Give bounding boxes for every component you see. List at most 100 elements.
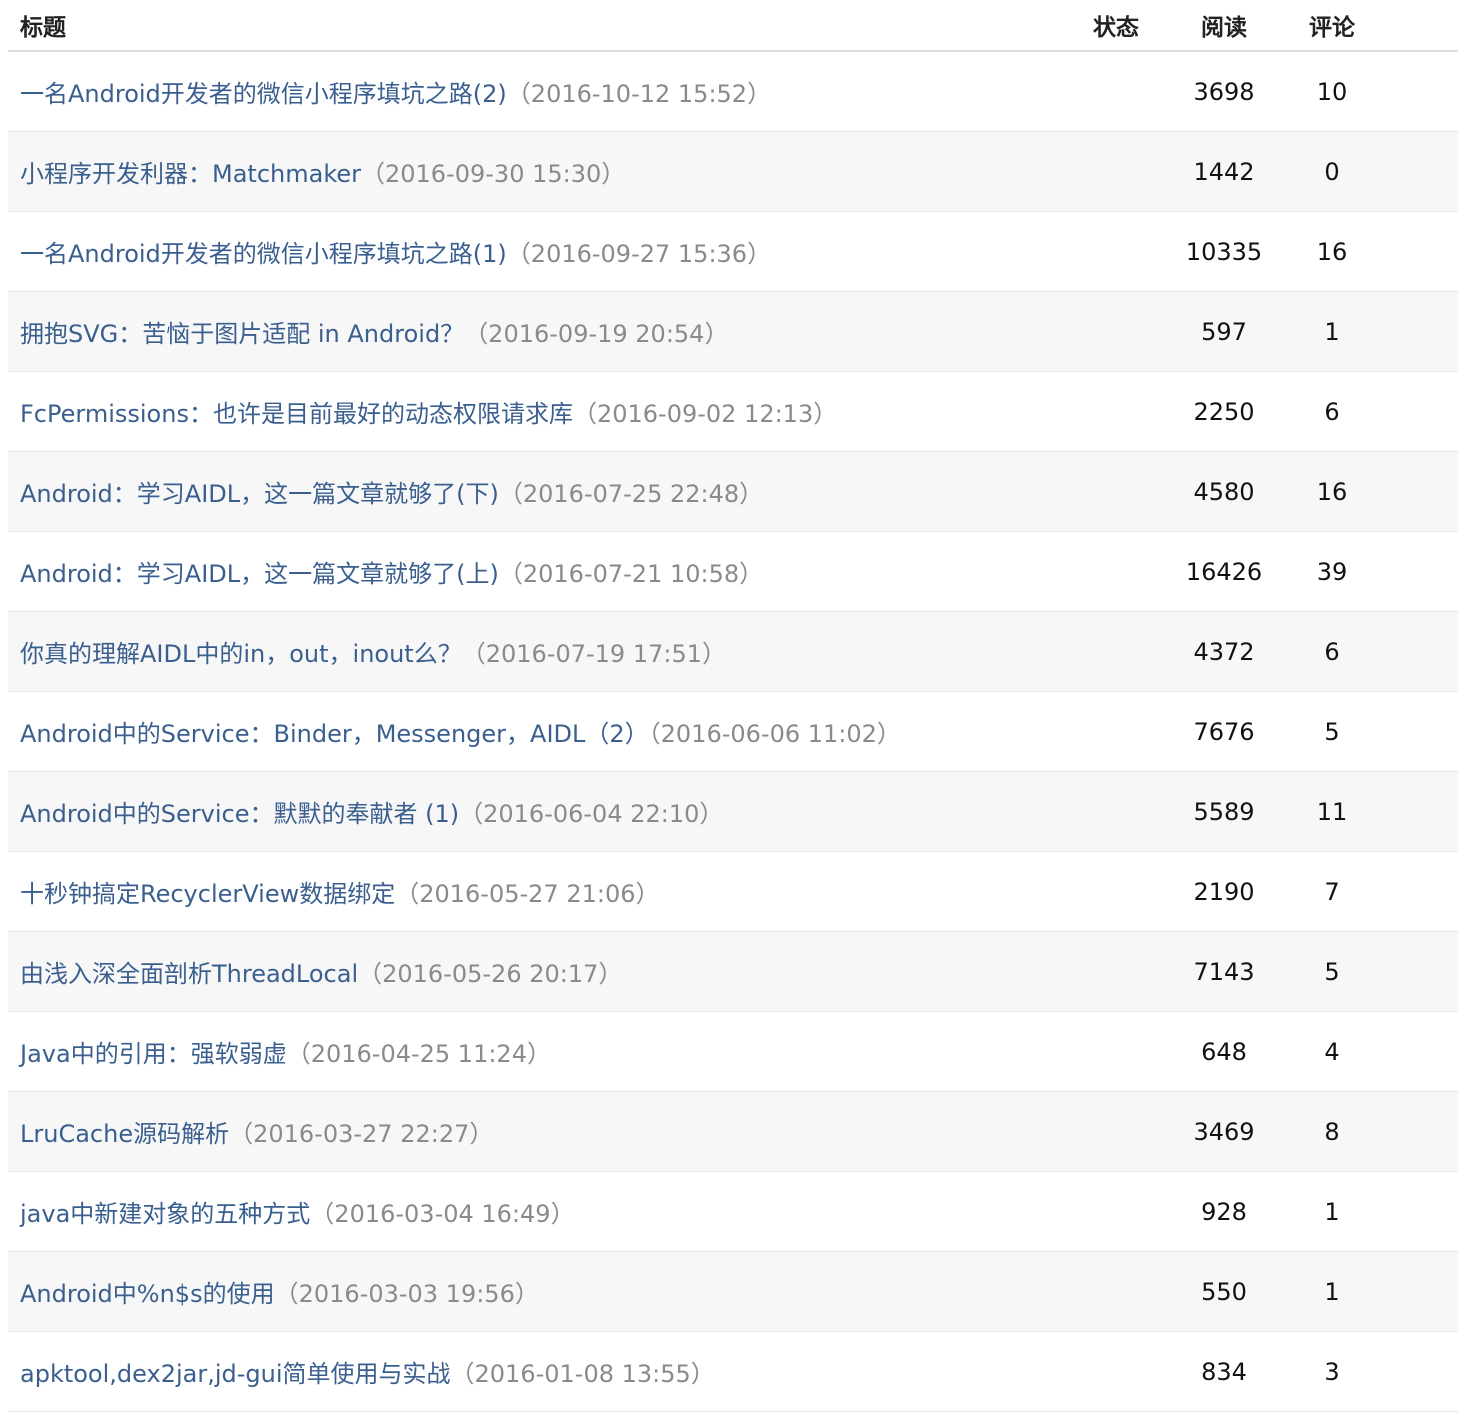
row-comment-count: 1 xyxy=(1324,1277,1340,1306)
article-title-link[interactable]: 十秒钟搞定RecyclerView数据绑定 xyxy=(20,880,395,908)
table-row: FcPermissions：也许是目前最好的动态权限请求库（2016-09-02… xyxy=(8,372,1458,452)
table-row: 十秒钟搞定RecyclerView数据绑定（2016-05-27 21:06） … xyxy=(8,852,1458,932)
table-row: 小程序开发利器：Matchmaker（2016-09-30 15:30） 144… xyxy=(8,132,1458,212)
article-date: （2016-09-27 15:36） xyxy=(506,240,772,268)
row-title-cell: 一名Android开发者的微信小程序填坑之路(1)（2016-09-27 15:… xyxy=(8,234,1062,269)
table-row: Android中%n$s的使用（2016-03-03 19:56） 550 1 xyxy=(8,1252,1458,1332)
row-comment-count: 5 xyxy=(1324,717,1340,746)
article-title-link[interactable]: 由浅入深全面剖析ThreadLocal xyxy=(20,960,358,988)
header-title: 标题 xyxy=(20,15,66,41)
table-row: Android：学习AIDL，这一篇文章就够了(下)（2016-07-25 22… xyxy=(8,452,1458,532)
article-date: （2016-03-27 22:27） xyxy=(229,1120,494,1148)
table-row: Android中的Service：默默的奉献者 (1)（2016-06-04 2… xyxy=(8,772,1458,852)
article-date: （2016-07-19 17:51） xyxy=(461,640,726,668)
article-title-link[interactable]: Java中的引用：强软弱虚 xyxy=(20,1040,287,1068)
row-title-cell: Java中的引用：强软弱虚（2016-04-25 11:24） xyxy=(8,1034,1062,1069)
row-title-cell: Android中的Service：默默的奉献者 (1)（2016-06-04 2… xyxy=(8,794,1062,829)
article-title-link[interactable]: 你真的理解AIDL中的in，out，inout么？ xyxy=(20,640,462,668)
table-row: 你真的理解AIDL中的in，out，inout么？（2016-07-19 17:… xyxy=(8,612,1458,692)
table-body: 一名Android开发者的微信小程序填坑之路(2)（2016-10-12 15:… xyxy=(8,52,1458,1412)
row-title-cell: apktool,dex2jar,jd-gui简单使用与实战（2016-01-08… xyxy=(8,1354,1062,1389)
row-read-count: 597 xyxy=(1201,317,1247,346)
article-title-link[interactable]: FcPermissions：也许是目前最好的动态权限请求库 xyxy=(20,400,573,428)
row-title-cell: 拥抱SVG：苦恼于图片适配 in Android？（2016-09-19 20:… xyxy=(8,314,1062,349)
article-title-link[interactable]: java中新建对象的五种方式 xyxy=(20,1200,310,1228)
row-read-count: 550 xyxy=(1201,1277,1247,1306)
header-reads: 阅读 xyxy=(1201,15,1247,41)
article-date: （2016-05-26 20:17） xyxy=(358,960,623,988)
row-comment-count: 8 xyxy=(1324,1117,1340,1146)
row-read-count: 16426 xyxy=(1185,557,1263,586)
row-title-cell: Android：学习AIDL，这一篇文章就够了(下)（2016-07-25 22… xyxy=(8,474,1062,509)
article-table: 标题 状态 阅读 评论 一名Android开发者的微信小程序填坑之路(2)（20… xyxy=(8,0,1458,1412)
row-read-count: 648 xyxy=(1201,1037,1247,1066)
article-date: （2016-01-08 13:55） xyxy=(450,1360,715,1388)
article-title-link[interactable]: 拥抱SVG：苦恼于图片适配 in Android？ xyxy=(20,320,464,348)
table-row: 一名Android开发者的微信小程序填坑之路(1)（2016-09-27 15:… xyxy=(8,212,1458,292)
row-title-cell: Android中%n$s的使用（2016-03-03 19:56） xyxy=(8,1274,1062,1309)
table-row: 由浅入深全面剖析ThreadLocal（2016-05-26 20:17） 71… xyxy=(8,932,1458,1012)
row-read-count: 1442 xyxy=(1193,157,1255,186)
table-row: Java中的引用：强软弱虚（2016-04-25 11:24） 648 4 xyxy=(8,1012,1458,1092)
article-title-link[interactable]: apktool,dex2jar,jd-gui简单使用与实战 xyxy=(20,1360,451,1388)
row-title-cell: FcPermissions：也许是目前最好的动态权限请求库（2016-09-02… xyxy=(8,394,1062,429)
article-date: （2016-07-21 10:58） xyxy=(498,560,764,588)
row-comment-count: 16 xyxy=(1316,237,1348,266)
row-read-count: 834 xyxy=(1201,1357,1247,1386)
table-row: Android：学习AIDL，这一篇文章就够了(上)（2016-07-21 10… xyxy=(8,532,1458,612)
article-title-link[interactable]: LruCache源码解析 xyxy=(20,1120,229,1148)
article-title-link[interactable]: Android：学习AIDL，这一篇文章就够了(下) xyxy=(20,480,499,508)
article-date: （2016-03-03 19:56） xyxy=(274,1280,539,1308)
article-title-link[interactable]: 一名Android开发者的微信小程序填坑之路(1) xyxy=(20,240,507,268)
row-comment-count: 7 xyxy=(1324,877,1340,906)
row-title-cell: 十秒钟搞定RecyclerView数据绑定（2016-05-27 21:06） xyxy=(8,874,1062,909)
row-title-cell: 你真的理解AIDL中的in，out，inout么？（2016-07-19 17:… xyxy=(8,634,1062,669)
article-date: （2016-04-25 11:24） xyxy=(286,1040,551,1068)
row-read-count: 7676 xyxy=(1193,717,1255,746)
row-read-count: 2250 xyxy=(1193,397,1255,426)
table-row: Android中的Service：Binder，Messenger，AIDL（2… xyxy=(8,692,1458,772)
row-read-count: 10335 xyxy=(1185,237,1263,266)
row-comment-count: 11 xyxy=(1316,797,1348,826)
row-comment-count: 0 xyxy=(1324,157,1340,186)
row-comment-count: 5 xyxy=(1324,957,1340,986)
row-title-cell: Android：学习AIDL，这一篇文章就够了(上)（2016-07-21 10… xyxy=(8,554,1062,589)
article-date: （2016-03-04 16:49） xyxy=(310,1200,575,1228)
article-title-link[interactable]: Android中%n$s的使用 xyxy=(20,1280,275,1308)
table-header: 标题 状态 阅读 评论 xyxy=(8,0,1458,52)
row-comment-count: 39 xyxy=(1316,557,1348,586)
article-title-link[interactable]: Android中的Service：Binder，Messenger，AIDL（2… xyxy=(20,720,649,748)
row-comment-count: 6 xyxy=(1324,637,1340,666)
row-read-count: 7143 xyxy=(1193,957,1255,986)
row-read-count: 3698 xyxy=(1193,77,1255,106)
row-title-cell: 一名Android开发者的微信小程序填坑之路(2)（2016-10-12 15:… xyxy=(8,74,1062,109)
article-date: （2016-05-27 21:06） xyxy=(395,880,660,908)
article-title-link[interactable]: Android中的Service：默默的奉献者 (1) xyxy=(20,800,459,828)
row-comment-count: 4 xyxy=(1324,1037,1340,1066)
table-row: apktool,dex2jar,jd-gui简单使用与实战（2016-01-08… xyxy=(8,1332,1458,1412)
article-date: （2016-07-25 22:48） xyxy=(498,480,764,508)
row-comment-count: 1 xyxy=(1324,317,1340,346)
article-title-link[interactable]: Android：学习AIDL，这一篇文章就够了(上) xyxy=(20,560,499,588)
row-read-count: 4372 xyxy=(1193,637,1255,666)
row-comment-count: 16 xyxy=(1316,477,1348,506)
row-title-cell: 小程序开发利器：Matchmaker（2016-09-30 15:30） xyxy=(8,154,1062,189)
article-title-link[interactable]: 一名Android开发者的微信小程序填坑之路(2) xyxy=(20,80,507,108)
row-read-count: 5589 xyxy=(1193,797,1255,826)
article-date: （2016-06-04 22:10） xyxy=(459,800,724,828)
table-row: 拥抱SVG：苦恼于图片适配 in Android？（2016-09-19 20:… xyxy=(8,292,1458,372)
article-date: （2016-09-02 12:13） xyxy=(572,400,838,428)
row-title-cell: java中新建对象的五种方式（2016-03-04 16:49） xyxy=(8,1194,1062,1229)
table-row: LruCache源码解析（2016-03-27 22:27） 3469 8 xyxy=(8,1092,1458,1172)
row-comment-count: 10 xyxy=(1316,77,1348,106)
row-title-cell: Android中的Service：Binder，Messenger，AIDL（2… xyxy=(8,714,1062,749)
article-date: （2016-10-12 15:52） xyxy=(506,80,772,108)
row-comment-count: 6 xyxy=(1324,397,1340,426)
row-title-cell: 由浅入深全面剖析ThreadLocal（2016-05-26 20:17） xyxy=(8,954,1062,989)
header-status: 状态 xyxy=(1093,15,1139,41)
article-date: （2016-09-30 15:30） xyxy=(361,160,626,188)
article-date: （2016-06-06 11:02） xyxy=(648,720,901,748)
row-read-count: 2190 xyxy=(1193,877,1255,906)
row-read-count: 3469 xyxy=(1193,1117,1255,1146)
article-title-link[interactable]: 小程序开发利器：Matchmaker xyxy=(20,160,361,188)
